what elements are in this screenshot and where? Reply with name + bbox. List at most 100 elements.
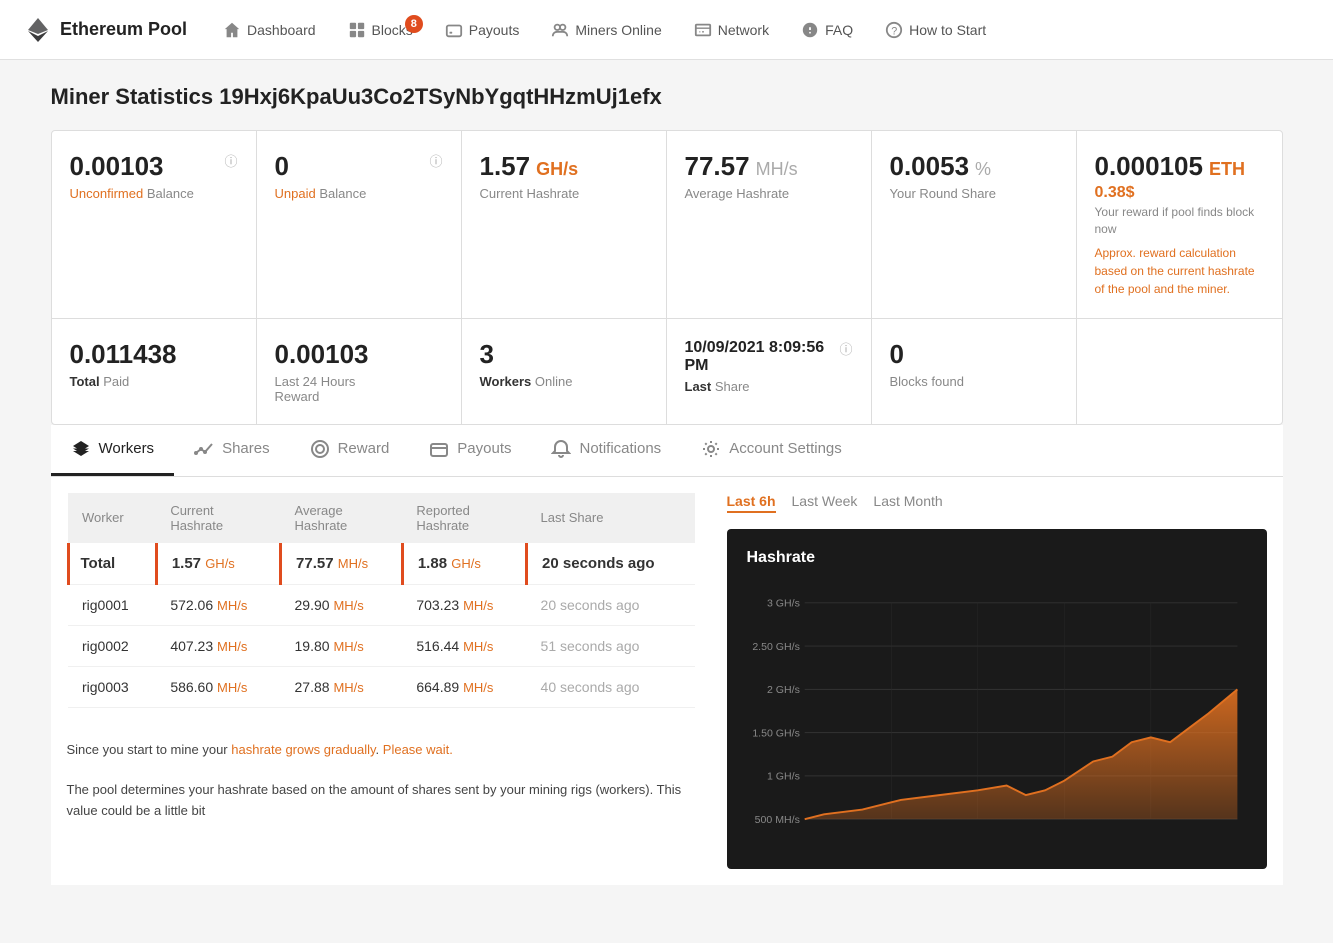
chart-svg: 3 GH/s 2.50 GH/s 2 GH/s 1.50 GH/s 1 GH/s… [747, 583, 1247, 863]
nav-network[interactable]: Network [682, 13, 781, 47]
stat-eth-reward: 0.000105 ETH 0.38$ Your reward if pool f… [1077, 131, 1282, 318]
total-paid-label: Total Paid [70, 374, 238, 389]
col-reported-hashrate: ReportedHashrate [402, 493, 526, 543]
unconfirmed-value: 0.00103 [70, 151, 164, 182]
rig0003-reported: 664.89 MH/s [402, 666, 526, 707]
unconfirmed-info-icon[interactable]: ⓘ [224, 151, 237, 170]
faq-icon [801, 21, 819, 39]
nav-faq[interactable]: FAQ [789, 13, 865, 47]
nav-howtostart-label: How to Start [909, 22, 986, 38]
payouts-icon [445, 21, 463, 39]
tab-content: Worker CurrentHashrate AverageHashrate R… [51, 477, 1283, 885]
col-current-hashrate: CurrentHashrate [156, 493, 280, 543]
nav-miners[interactable]: Miners Online [539, 13, 673, 47]
stat-average-hashrate: 77.57 MH/s Average Hashrate [667, 131, 872, 318]
stat-current-hashrate: 1.57 GH/s Current Hashrate [462, 131, 667, 318]
ethereum-logo [24, 16, 52, 44]
chart-title: Hashrate [747, 549, 1247, 567]
logo-text: Ethereum Pool [60, 19, 187, 40]
hashrate-chart: Hashrate [727, 529, 1267, 869]
two-column-layout: Worker CurrentHashrate AverageHashrate R… [51, 477, 1283, 885]
nav-miners-label: Miners Online [575, 22, 661, 38]
nav-network-label: Network [718, 22, 769, 38]
eth-reward-value: 0.000105 ETH [1095, 151, 1264, 182]
rig0002-last-share: 51 seconds ago [527, 625, 695, 666]
table-row: rig0002 407.23 MH/s 19.80 MH/s 516.44 [68, 625, 695, 666]
round-share-value: 0.0053 % [890, 151, 1058, 182]
stat-unpaid-balance: 0 ⓘ Unpaid Balance [257, 131, 462, 318]
average-hashrate-label: Average Hashrate [685, 186, 853, 201]
svg-text:500 MH/s: 500 MH/s [754, 814, 799, 826]
svg-text:2 GH/s: 2 GH/s [767, 684, 800, 696]
average-hashrate-value: 77.57 MH/s [685, 151, 853, 182]
stat-last-share: 10/09/2021 8:09:56 PM ⓘ Last Share [667, 319, 872, 424]
round-share-label: Your Round Share [890, 186, 1058, 201]
rig0002-reported: 516.44 MH/s [402, 625, 526, 666]
chart-area-fill [804, 689, 1237, 819]
total-paid-value: 0.011438 [70, 339, 238, 370]
col-average-hashrate: AverageHashrate [281, 493, 403, 543]
total-current: 1.57 GH/s [156, 543, 280, 585]
stats-wrapper: 0.00103 ⓘ Unconfirmed Balance 0 ⓘ Unpaid [51, 130, 1283, 425]
rig0002-average: 19.80 MH/s [281, 625, 403, 666]
last-share-label: Last Share [685, 379, 853, 394]
layers-icon [71, 439, 91, 459]
chart-time-tabs: Last 6h Last Week Last Month [727, 493, 1267, 513]
tab-reward-label: Reward [338, 440, 390, 457]
please-wait-link[interactable]: Please wait. [383, 742, 453, 757]
last-share-value: 10/09/2021 8:09:56 PM [685, 339, 840, 375]
tab-workers-label: Workers [99, 440, 155, 457]
workers-table: Worker CurrentHashrate AverageHashrate R… [67, 493, 695, 708]
stat-round-share: 0.0053 % Your Round Share [872, 131, 1077, 318]
chart-tab-6h[interactable]: Last 6h [727, 493, 776, 513]
note-2: The pool determines your hashrate based … [67, 764, 695, 826]
current-hashrate-label: Current Hashrate [480, 186, 648, 201]
usd-value: 0.38$ [1095, 184, 1264, 202]
tab-shares[interactable]: Shares [174, 425, 290, 476]
blocks-found-value: 0 [890, 339, 1058, 370]
chart-tab-month[interactable]: Last Month [873, 493, 942, 513]
chart-area: Last 6h Last Week Last Month Hashrate [711, 477, 1283, 885]
reward-label: Your reward if pool finds block now [1095, 204, 1264, 238]
note-1: Since you start to mine your hashrate gr… [67, 724, 695, 765]
tab-workers[interactable]: Workers [51, 425, 175, 476]
nav-blocks[interactable]: Blocks 8 [336, 13, 425, 47]
total-last-share: 20 seconds ago [527, 543, 695, 585]
col-last-share: Last Share [527, 493, 695, 543]
tab-account-settings[interactable]: Account Settings [681, 425, 862, 476]
rig0001-average: 29.90 MH/s [281, 584, 403, 625]
chart-icon [194, 439, 214, 459]
total-average: 77.57 MH/s [281, 543, 403, 585]
nav-dashboard[interactable]: Dashboard [211, 13, 328, 47]
miners-icon [551, 21, 569, 39]
hashrate-link[interactable]: hashrate grows gradually [231, 742, 375, 757]
rig0003-last-share: 40 seconds ago [527, 666, 695, 707]
rig0003-current: 586.60 MH/s [156, 666, 280, 707]
unpaid-value: 0 [275, 151, 289, 182]
stat-empty [1077, 319, 1282, 424]
unpaid-info-icon[interactable]: ⓘ [429, 151, 442, 170]
last-share-info-icon[interactable]: ⓘ [839, 339, 852, 358]
svg-text:?: ? [891, 25, 897, 37]
blocks-found-label: Blocks found [890, 374, 1058, 389]
rig0001-current: 572.06 MH/s [156, 584, 280, 625]
rig0003-average: 27.88 MH/s [281, 666, 403, 707]
stat-workers-online: 3 Workers Online [462, 319, 667, 424]
rig0001-reported: 703.23 MH/s [402, 584, 526, 625]
nav-payouts[interactable]: Payouts [433, 13, 532, 47]
svg-text:3 GH/s: 3 GH/s [767, 597, 800, 609]
home-icon [223, 21, 241, 39]
svg-text:1.50 GH/s: 1.50 GH/s [752, 727, 800, 739]
tab-notifications[interactable]: Notifications [531, 425, 681, 476]
svg-text:1 GH/s: 1 GH/s [767, 770, 800, 782]
blocks-icon [348, 21, 366, 39]
tab-payouts[interactable]: Payouts [409, 425, 531, 476]
workers-online-value: 3 [480, 339, 648, 370]
last24h-value: 0.00103 [275, 339, 443, 370]
header: Ethereum Pool Dashboard Blocks 8 Payouts… [0, 0, 1333, 60]
chart-tab-week[interactable]: Last Week [792, 493, 858, 513]
tab-reward[interactable]: Reward [290, 425, 410, 476]
nav-howtostart[interactable]: ? How to Start [873, 13, 998, 47]
page-title: Miner Statistics 19Hxj6KpaUu3Co2TSyNbYgq… [51, 84, 1283, 110]
table-header-row: Worker CurrentHashrate AverageHashrate R… [68, 493, 695, 543]
